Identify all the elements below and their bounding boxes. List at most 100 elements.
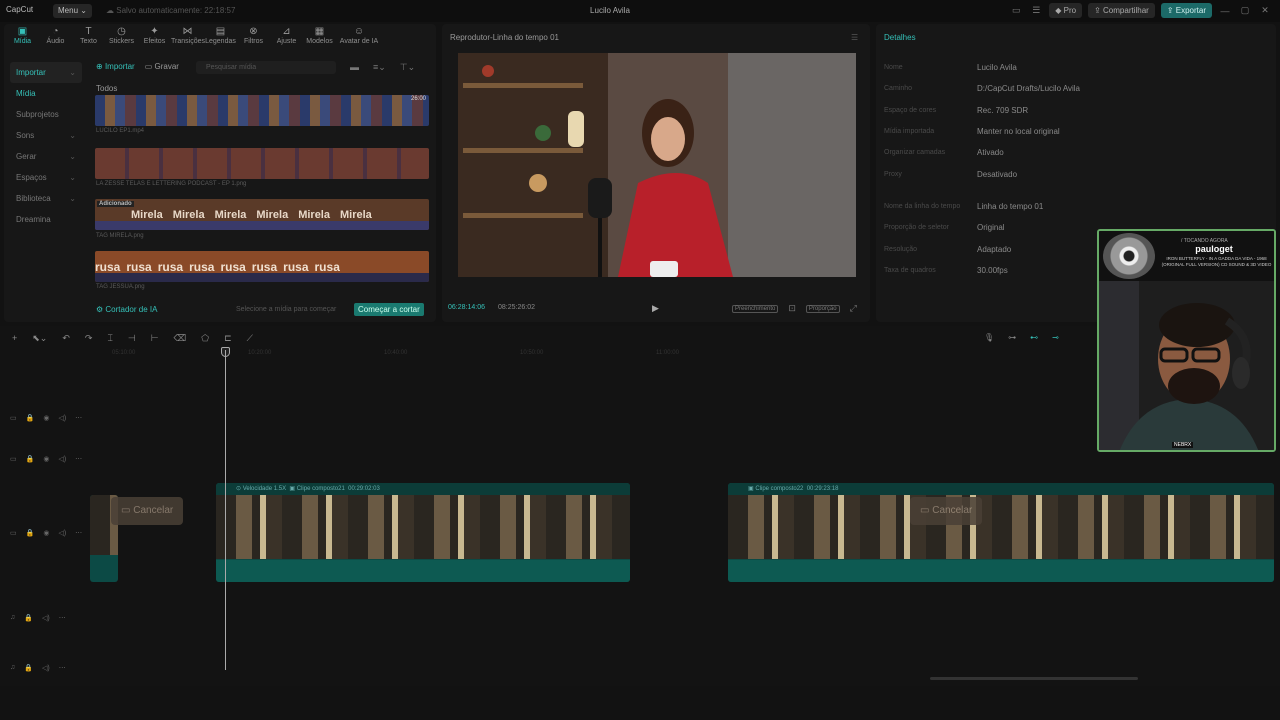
more-icon[interactable]: ⋯	[75, 414, 82, 422]
media-sidebar: Importar ⌄ Mídia Subprojetos Sons ⌄ Gerar ⌄…	[10, 62, 82, 230]
tab-filters[interactable]: ⊗ Filtros	[237, 26, 270, 45]
select-tool-icon[interactable]: ⬉⌄	[32, 333, 47, 344]
media-item-tag-jessua[interactable]: rusa rusa rusa rusa rusa rusa rusa rusa	[95, 251, 429, 282]
cancel-button[interactable]: ▭ Cancelar	[910, 497, 983, 525]
split-icon[interactable]: ⌶	[107, 333, 112, 344]
volume-icon[interactable]: ◁)	[58, 529, 66, 537]
export-label: Exportar	[1175, 6, 1206, 15]
tab-label: Ajuste	[276, 38, 297, 45]
redo-icon[interactable]: ↷	[85, 333, 93, 344]
add-track-icon[interactable]: +	[12, 333, 17, 344]
record-button[interactable]: ▭ Gravar	[145, 62, 179, 71]
lock-icon[interactable]: 🔒	[24, 664, 33, 672]
undo-icon[interactable]: ↶	[62, 333, 70, 344]
lock-icon[interactable]: 🔒	[26, 455, 35, 463]
timeline-scrollbar[interactable]	[930, 677, 1138, 680]
tab-effects[interactable]: ✦ Efeitos	[138, 26, 171, 45]
grid-view-icon[interactable]: ▬	[350, 62, 359, 73]
fill-button[interactable]: Preenchimento	[732, 304, 779, 313]
minimize-icon[interactable]: —	[1218, 6, 1232, 16]
tab-label: Transições	[171, 38, 205, 45]
sidebar-item-spaces[interactable]: Espaços ⌄	[10, 167, 82, 188]
delete-icon[interactable]: ⌫	[174, 333, 187, 344]
pro-button[interactable]: ◆ Pro	[1049, 3, 1083, 18]
tab-audio[interactable]: ◔ Áudio	[39, 26, 72, 45]
eye-icon[interactable]: ◉	[43, 414, 49, 422]
sticker-icon: ◷	[117, 26, 126, 37]
ai-cutter-link[interactable]: ⚙ Cortador de IA	[96, 305, 157, 314]
layout-icon[interactable]: ▭	[1009, 5, 1023, 16]
clip-right[interactable]: ▣ Clipe composto22 00:29:23:18	[728, 483, 1274, 582]
share-button[interactable]: ⇪ Compartilhar	[1088, 3, 1155, 18]
sort-icon[interactable]: ≡⌄	[373, 62, 386, 73]
tab-media[interactable]: ▣ Mídia	[6, 26, 39, 45]
snap-icon[interactable]: ⊷	[1030, 333, 1038, 342]
tab-ai-avatar[interactable]: ☺ Avatar de IA	[336, 26, 382, 45]
sidebar-item-media[interactable]: Mídia	[10, 83, 82, 104]
detail-label: Mídia importada	[884, 128, 935, 135]
sidebar-item-subprojects[interactable]: Subprojetos	[10, 104, 82, 125]
clip-audio	[728, 560, 1274, 582]
media-item-tag-mirela[interactable]: Adicionado Mirela Mirela Mirela Mirela Mirel…	[95, 199, 429, 230]
video-preview[interactable]	[458, 53, 856, 277]
more-icon[interactable]: ⋯	[75, 529, 82, 537]
eye-icon[interactable]: ◉	[43, 529, 49, 537]
detail-value: Manter no local original	[977, 127, 1060, 136]
ratio-button[interactable]: Proporção	[805, 304, 840, 313]
snapshot-icon[interactable]: ⊡	[788, 303, 796, 314]
sidebar-item-library[interactable]: Biblioteca ⌄	[10, 188, 82, 209]
media-caption: TAG JESSUA.png	[96, 284, 145, 290]
tag-word: Mirela	[298, 208, 330, 221]
volume-icon[interactable]: ◁)	[58, 455, 66, 463]
sidebar-item-sounds[interactable]: Sons ⌄	[10, 125, 82, 146]
search-input[interactable]: Pesquisar mídia	[196, 61, 336, 74]
lock-icon[interactable]: 🔒	[24, 614, 33, 622]
volume-icon[interactable]: ◁)	[42, 664, 50, 672]
export-button[interactable]: ⇪ Exportar	[1160, 3, 1212, 18]
preview-axis-icon[interactable]: ⊸	[1052, 333, 1059, 342]
filter-icon[interactable]: ⊤⌄	[400, 62, 415, 73]
more-icon[interactable]: ⋯	[75, 455, 82, 463]
playhead[interactable]	[225, 350, 226, 670]
media-item-image[interactable]	[95, 148, 429, 179]
lock-icon[interactable]: 🔒	[26, 529, 35, 537]
more-icon[interactable]: ⋯	[59, 664, 66, 672]
adjust-icon: ⊿	[282, 26, 291, 37]
list-icon[interactable]: ☰	[1029, 5, 1043, 16]
volume-icon[interactable]: ◁)	[42, 614, 50, 622]
maximize-icon[interactable]: ▢	[1238, 5, 1252, 16]
tab-transitions[interactable]: ⋈ Transições	[171, 26, 205, 45]
link-icon[interactable]: ⊶	[1008, 333, 1016, 342]
cancel-button[interactable]: ▭ Cancelar	[111, 497, 184, 525]
start-cutting-button[interactable]: Começar a cortar	[354, 303, 424, 316]
marker-icon[interactable]: ⬠	[201, 333, 209, 344]
menu-icon[interactable]: ☰	[851, 33, 858, 42]
sidebar-item-import[interactable]: Importar ⌄	[10, 62, 82, 83]
volume-icon[interactable]: ◁)	[58, 414, 66, 422]
tab-text[interactable]: T Texto	[72, 26, 105, 45]
track-controls: ▭ 🔒 ◉ ◁) ⋯	[10, 529, 82, 537]
sidebar-item-generate[interactable]: Gerar ⌄	[10, 146, 82, 167]
fullscreen-icon[interactable]: ⤢	[850, 303, 857, 314]
microphone-icon[interactable]: 🎙	[984, 333, 994, 342]
freeze-icon[interactable]: ⊏	[224, 333, 232, 344]
close-icon[interactable]: ✕	[1258, 5, 1272, 16]
import-button[interactable]: ⊕ Importar	[96, 62, 135, 71]
tab-templates[interactable]: ▦ Modelos	[303, 26, 336, 45]
tab-stickers[interactable]: ◷ Stickers	[105, 26, 138, 45]
eye-icon[interactable]: ◉	[43, 455, 49, 463]
more-icon[interactable]: ⋯	[59, 614, 66, 622]
tab-adjust[interactable]: ⊿ Ajuste	[270, 26, 303, 45]
sidebar-item-label: Subprojetos	[16, 110, 59, 119]
crop-icon[interactable]: ⟋	[247, 333, 253, 344]
added-badge: Adicionado	[97, 201, 134, 207]
media-item-video[interactable]: 26:00	[95, 95, 429, 126]
sidebar-item-label: Biblioteca	[16, 194, 51, 203]
sidebar-item-dreamina[interactable]: Dreamina	[10, 209, 82, 230]
delete-left-icon[interactable]: ⊣	[128, 333, 136, 344]
play-icon[interactable]: ▶	[652, 303, 659, 314]
delete-right-icon[interactable]: ⊢	[151, 333, 159, 344]
lock-icon[interactable]: 🔒	[26, 414, 35, 422]
tab-captions[interactable]: ▤ Legendas	[204, 26, 237, 45]
clip-main[interactable]: ⊙ Velocidade 1.5X ▣ Clipe composto21 00:…	[216, 483, 630, 582]
